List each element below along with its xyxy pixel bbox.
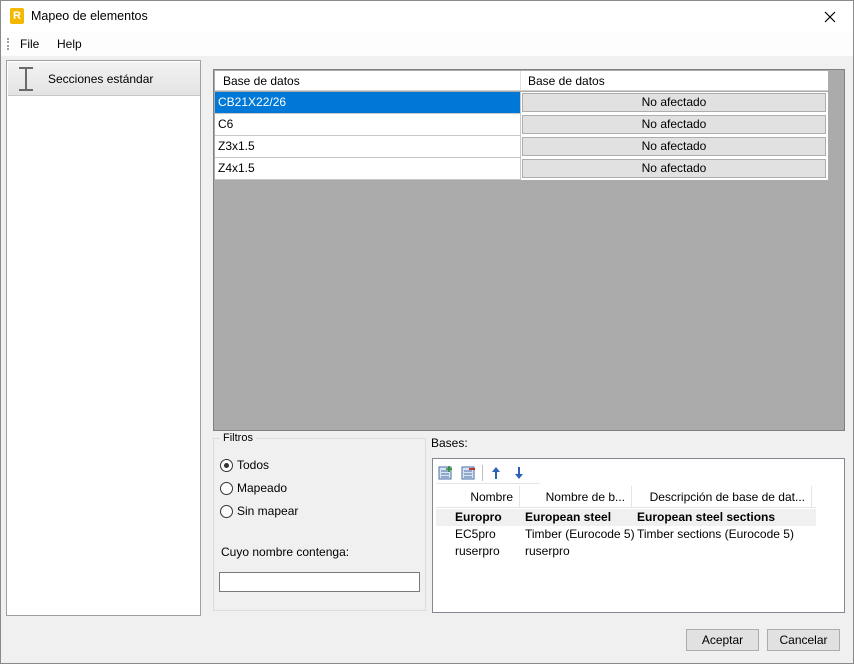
bases-label: Bases:: [431, 436, 468, 450]
bases-toolbar: [436, 462, 540, 484]
grid-row[interactable]: CB21X22/26 No afectado: [215, 92, 828, 114]
row-section-name[interactable]: CB21X22/26: [215, 92, 521, 114]
window-title: Mapeo de elementos: [31, 9, 148, 23]
radio-button[interactable]: [220, 458, 233, 472]
radio-mapeado[interactable]: Mapeado: [220, 481, 287, 495]
grid-header-target-database[interactable]: Base de datos: [528, 74, 605, 88]
base-name: Europro: [455, 510, 502, 524]
bases-list[interactable]: Nombre Nombre de b... Descripción de bas…: [432, 458, 845, 613]
row-mapping-button[interactable]: No afectado: [522, 115, 826, 134]
grid-row[interactable]: Z4x1.5 No afectado: [215, 158, 828, 180]
row-mapping-button[interactable]: No afectado: [522, 137, 826, 156]
sidebar: Secciones estándar: [6, 60, 201, 616]
column-header-descripcion[interactable]: Descripción de base de dat...: [632, 486, 812, 508]
base-db-name: ruserpro: [525, 544, 570, 558]
base-db-name: European steel: [525, 510, 612, 524]
column-header-nombre-base[interactable]: Nombre de b...: [520, 486, 632, 508]
column-separator: [520, 71, 521, 91]
grid-row[interactable]: C6 No afectado: [215, 114, 828, 136]
remove-database-button[interactable]: [459, 463, 479, 483]
list-item[interactable]: EC5pro Timber (Eurocode 5) Timber sectio…: [436, 526, 816, 543]
move-down-icon: [515, 466, 523, 479]
menu-bar: File Help: [1, 32, 853, 56]
radio-label: Sin mapear: [237, 504, 299, 518]
name-filter-input[interactable]: [219, 572, 420, 592]
filters-legend: Filtros: [220, 432, 256, 444]
app-icon: R: [10, 8, 24, 24]
row-mapping-button[interactable]: No afectado: [522, 159, 826, 178]
title-bar: R Mapeo de elementos: [1, 1, 853, 32]
filters-group: Filtros Todos Mapeado Sin mapear Cuyo no…: [213, 432, 426, 611]
column-header-nombre[interactable]: Nombre: [436, 486, 520, 508]
sidebar-item-label: Secciones estándar: [48, 72, 154, 86]
list-item[interactable]: ruserpro ruserpro: [436, 543, 816, 560]
radio-button[interactable]: [220, 481, 233, 495]
menu-file[interactable]: File: [20, 37, 39, 51]
radio-todos[interactable]: Todos: [220, 458, 269, 472]
dialog-window: R Mapeo de elementos File Help Secciones…: [0, 0, 854, 664]
add-database-button[interactable]: [436, 463, 456, 483]
row-section-name[interactable]: Z4x1.5: [215, 158, 521, 180]
toolbar-separator: [482, 464, 483, 481]
i-beam-icon: [19, 67, 33, 91]
move-down-button[interactable]: [509, 463, 529, 483]
move-up-icon: [492, 466, 500, 479]
cancel-button[interactable]: Cancelar: [767, 629, 840, 651]
radio-label: Mapeado: [237, 481, 288, 495]
bases-list-header: Nombre Nombre de b... Descripción de bas…: [436, 486, 816, 508]
remove-database-icon: [461, 466, 475, 479]
sidebar-item-secciones-estandar[interactable]: Secciones estándar: [8, 62, 200, 96]
grid-header-database[interactable]: Base de datos: [223, 74, 300, 88]
grid-row[interactable]: Z3x1.5 No afectado: [215, 136, 828, 158]
menu-help[interactable]: Help: [57, 37, 82, 51]
grid-header: Base de datos Base de datos: [215, 71, 828, 91]
name-filter-label: Cuyo nombre contenga:: [221, 545, 350, 559]
row-mapping-button[interactable]: No afectado: [522, 93, 826, 112]
row-section-name[interactable]: C6: [215, 114, 521, 136]
accept-button[interactable]: Aceptar: [686, 629, 759, 651]
close-button[interactable]: [807, 1, 853, 32]
base-db-name: Timber (Eurocode 5): [525, 527, 635, 541]
row-section-name[interactable]: Z3x1.5: [215, 136, 521, 158]
base-description: Timber sections (Eurocode 5): [637, 527, 794, 541]
menu-grip: [7, 38, 9, 50]
move-up-button[interactable]: [486, 463, 506, 483]
base-description: European steel sections: [637, 510, 776, 524]
radio-button[interactable]: [220, 504, 233, 518]
radio-label: Todos: [237, 458, 270, 472]
radio-sin-mapear[interactable]: Sin mapear: [220, 504, 298, 518]
list-item[interactable]: Europro European steel European steel se…: [436, 509, 816, 526]
base-name: ruserpro: [455, 544, 500, 558]
close-icon: [824, 11, 836, 22]
add-database-icon: [438, 465, 452, 479]
base-name: EC5pro: [455, 527, 496, 541]
mapping-grid[interactable]: Base de datos Base de datos CB21X22/26 N…: [213, 69, 845, 431]
